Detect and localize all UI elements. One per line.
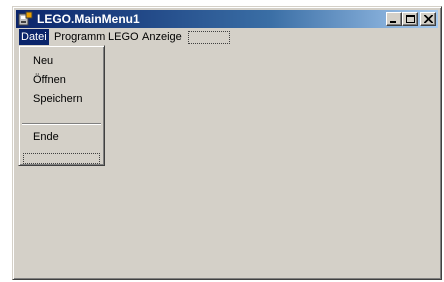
close-button[interactable] bbox=[420, 12, 436, 26]
menu-anzeige[interactable]: Anzeige bbox=[140, 29, 184, 45]
menu-empty-placeholder[interactable] bbox=[188, 31, 230, 44]
window-title: LEGO.MainMenu1 bbox=[37, 12, 140, 26]
menu-datei[interactable]: Datei bbox=[19, 29, 49, 45]
menu-item-oeffnen[interactable]: Öffnen bbox=[33, 72, 66, 88]
menu-programm[interactable]: Programm bbox=[52, 29, 107, 45]
minimize-button[interactable] bbox=[386, 12, 402, 26]
maximize-icon bbox=[406, 15, 415, 23]
datei-dropdown-menu: Neu Öffnen Speichern Ende bbox=[18, 45, 105, 166]
menu-item-neu[interactable]: Neu bbox=[33, 53, 53, 69]
menu-lego[interactable]: LEGO bbox=[106, 29, 141, 45]
close-icon bbox=[424, 15, 433, 23]
menu-empty-placeholder-item[interactable] bbox=[23, 153, 100, 164]
menu-separator bbox=[22, 123, 101, 125]
caption-buttons bbox=[386, 12, 436, 26]
minimize-icon bbox=[390, 21, 396, 23]
app-icon[interactable] bbox=[18, 11, 34, 27]
main-window: LEGO.MainMenu1 Datei Programm LEGO Anzei… bbox=[12, 6, 442, 280]
menu-bar: Datei Programm LEGO Anzeige bbox=[16, 29, 438, 46]
title-bar[interactable]: LEGO.MainMenu1 bbox=[16, 10, 438, 28]
menu-item-ende[interactable]: Ende bbox=[33, 129, 59, 145]
maximize-button[interactable] bbox=[402, 12, 418, 26]
menu-item-speichern[interactable]: Speichern bbox=[33, 91, 83, 107]
